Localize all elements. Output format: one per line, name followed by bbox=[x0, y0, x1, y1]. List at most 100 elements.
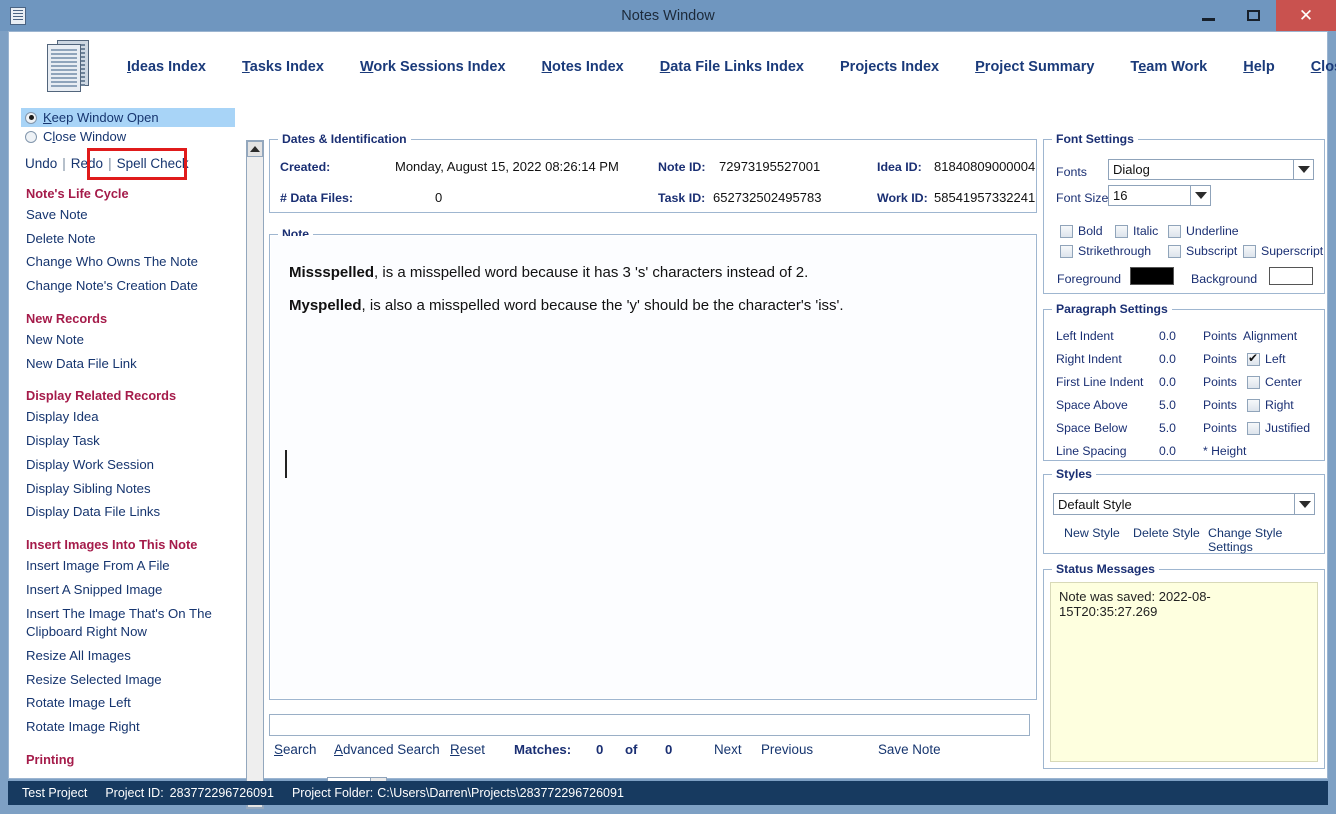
search-input[interactable] bbox=[270, 715, 1029, 735]
menu-item-notes-index[interactable]: Notes Index bbox=[542, 59, 624, 75]
menu-item-tasks-index[interactable]: Tasks Index bbox=[242, 59, 324, 75]
font-family-value: Dialog bbox=[1113, 162, 1150, 177]
sidebar-item-save-note[interactable]: Save Note bbox=[21, 206, 235, 225]
bottom-status-bar: Test Project Project ID: 283772296726091… bbox=[8, 781, 1328, 805]
background-color-swatch[interactable] bbox=[1269, 267, 1313, 285]
alignment-center[interactable]: Center bbox=[1247, 375, 1302, 389]
alignment-left-label: Left bbox=[1265, 352, 1286, 366]
divider-2: | bbox=[108, 156, 112, 171]
text-cursor bbox=[285, 450, 287, 478]
previous-match-button[interactable]: Previous bbox=[761, 742, 813, 757]
close-window-button[interactable]: ✕ bbox=[1276, 0, 1336, 31]
sidebar-item-insert-clipboard-image[interactable]: Insert The Image That's On The Clipboard… bbox=[21, 605, 235, 642]
sidebar-scrollbar[interactable] bbox=[246, 140, 264, 809]
note-paragraph-1: Missspelled, is a misspelled word becaus… bbox=[289, 264, 1017, 281]
sidebar-item-insert-image-from-file[interactable]: Insert Image From A File bbox=[21, 557, 235, 576]
search-button[interactable]: Search bbox=[274, 742, 316, 757]
menu-item-team-work[interactable]: Team Work bbox=[1130, 59, 1207, 75]
menu-item-help[interactable]: Help bbox=[1243, 59, 1274, 75]
redo-link[interactable]: Redo bbox=[71, 156, 103, 171]
sidebar-item-display-data-file-links[interactable]: Display Data File Links bbox=[21, 503, 235, 522]
divider-1: | bbox=[62, 156, 66, 171]
menu-item-ideas-index[interactable]: Ideas Index bbox=[127, 59, 206, 75]
font-size-label: Font Size bbox=[1056, 191, 1109, 205]
minimize-button[interactable] bbox=[1186, 0, 1231, 31]
spell-check-link[interactable]: Spell Check bbox=[117, 156, 189, 171]
sidebar-item-rotate-image-right[interactable]: Rotate Image Right bbox=[21, 718, 235, 737]
first-line-indent-unit: Points bbox=[1203, 375, 1237, 389]
checkbox-subscript[interactable]: Subscript bbox=[1168, 244, 1237, 258]
space-above-unit: Points bbox=[1203, 398, 1237, 412]
reset-button[interactable]: Reset bbox=[450, 742, 485, 757]
status-project-id: 283772296726091 bbox=[169, 786, 274, 800]
font-size-value: 16 bbox=[1113, 188, 1128, 203]
space-below-value: 5.0 bbox=[1159, 421, 1176, 435]
menu-label-ideas-index: deas Index bbox=[131, 59, 206, 75]
sidebar-item-rotate-image-left[interactable]: Rotate Image Left bbox=[21, 694, 235, 713]
sidebar-heading-insert-images: Insert Images Into This Note bbox=[26, 537, 198, 553]
sidebar-item-change-creation-date[interactable]: Change Note's Creation Date bbox=[21, 277, 235, 296]
checkbox-underline[interactable]: Underline bbox=[1168, 224, 1239, 238]
checkbox-superscript[interactable]: Superscript bbox=[1243, 244, 1323, 258]
sidebar-item-display-idea[interactable]: Display Idea bbox=[21, 408, 235, 427]
alignment-justified-label: Justified bbox=[1265, 421, 1311, 435]
styles-panel: Styles Default Style New Style Delete St… bbox=[1043, 467, 1325, 554]
note-bold-word-2: Myspelled bbox=[289, 297, 362, 314]
menu-label-team-work: am Work bbox=[1146, 59, 1208, 75]
sidebar-item-change-owner[interactable]: Change Who Owns The Note bbox=[21, 253, 235, 272]
style-select[interactable]: Default Style bbox=[1053, 493, 1315, 515]
sidebar-item-display-work-session[interactable]: Display Work Session bbox=[21, 456, 235, 475]
menu-item-close-program[interactable]: Close Program bbox=[1311, 59, 1336, 75]
sidebar-radio-close-window[interactable]: Close Window bbox=[21, 127, 235, 146]
status-folder-path: C:\Users\Darren\Projects\283772296726091 bbox=[377, 786, 624, 800]
menu-label-notes-index: otes Index bbox=[552, 59, 624, 75]
font-size-select[interactable]: 16 bbox=[1108, 185, 1211, 206]
delete-style-button[interactable]: Delete Style bbox=[1133, 526, 1200, 540]
checkbox-italic-label: Italic bbox=[1133, 224, 1159, 238]
matches-total: 0 bbox=[665, 742, 673, 757]
note-text-editor[interactable]: Missspelled, is a misspelled word becaus… bbox=[271, 236, 1035, 698]
save-note-button[interactable]: Save Note bbox=[878, 742, 941, 757]
checkbox-strikethrough[interactable]: Strikethrough bbox=[1060, 244, 1151, 258]
font-settings-panel: Font Settings Fonts Dialog Font Size 16 … bbox=[1043, 132, 1325, 294]
note-panel: Note Missspelled, is a misspelled word b… bbox=[269, 227, 1037, 700]
window-title: Notes Window bbox=[621, 7, 715, 24]
font-settings-title: Font Settings bbox=[1052, 132, 1138, 146]
main-menu-bar: Ideas Index Tasks Index Work Sessions In… bbox=[9, 32, 1336, 102]
advanced-search-button[interactable]: Advanced Search bbox=[334, 742, 440, 757]
sidebar-item-display-sibling-notes[interactable]: Display Sibling Notes bbox=[21, 480, 235, 499]
chevron-down-icon-2[interactable] bbox=[1190, 186, 1210, 205]
window-controls: ✕ bbox=[1186, 0, 1336, 31]
new-style-button[interactable]: New Style bbox=[1064, 526, 1120, 540]
menu-item-project-summary[interactable]: Project Summary bbox=[975, 59, 1094, 75]
undo-link[interactable]: Undo bbox=[25, 156, 57, 171]
maximize-button[interactable] bbox=[1231, 0, 1276, 31]
checkbox-italic[interactable]: Italic bbox=[1115, 224, 1158, 238]
sidebar-item-resize-all-images[interactable]: Resize All Images bbox=[21, 647, 235, 666]
alignment-right[interactable]: Right bbox=[1247, 398, 1294, 412]
sidebar-item-delete-note[interactable]: Delete Note bbox=[21, 230, 235, 249]
sidebar-item-new-note[interactable]: New Note bbox=[21, 331, 235, 350]
sidebar-item-display-task[interactable]: Display Task bbox=[21, 432, 235, 451]
sidebar-heading-new-records: New Records bbox=[26, 310, 108, 326]
alignment-justified[interactable]: Justified bbox=[1247, 421, 1310, 435]
change-style-settings-button[interactable]: Change Style Settings bbox=[1208, 526, 1324, 554]
sidebar-radio-keep-window-open[interactable]: Keep Window Open bbox=[21, 108, 235, 127]
checkbox-bold[interactable]: Bold bbox=[1060, 224, 1103, 238]
font-family-select[interactable]: Dialog bbox=[1108, 159, 1314, 180]
alignment-left[interactable]: Left bbox=[1247, 351, 1286, 366]
sidebar-item-new-data-file-link[interactable]: New Data File Link bbox=[21, 355, 235, 374]
sidebar-item-insert-snipped-image[interactable]: Insert A Snipped Image bbox=[21, 581, 235, 600]
menu-item-work-sessions-index[interactable]: Work Sessions Index bbox=[360, 59, 506, 75]
next-match-button[interactable]: Next bbox=[714, 742, 742, 757]
search-input-wrapper[interactable] bbox=[269, 714, 1030, 736]
paragraph-settings-title: Paragraph Settings bbox=[1052, 302, 1172, 316]
menu-item-projects-index[interactable]: Projects Index bbox=[840, 59, 939, 75]
foreground-color-swatch[interactable] bbox=[1130, 267, 1174, 285]
chevron-down-icon-3[interactable] bbox=[1294, 494, 1314, 514]
menu-label-tasks-index: asks Index bbox=[249, 59, 324, 75]
chevron-down-icon[interactable] bbox=[1293, 160, 1313, 179]
menu-item-data-file-links-index[interactable]: Data File Links Index bbox=[660, 59, 804, 75]
scroll-up-arrow-icon[interactable] bbox=[247, 141, 263, 157]
sidebar-item-resize-selected-image[interactable]: Resize Selected Image bbox=[21, 671, 235, 690]
